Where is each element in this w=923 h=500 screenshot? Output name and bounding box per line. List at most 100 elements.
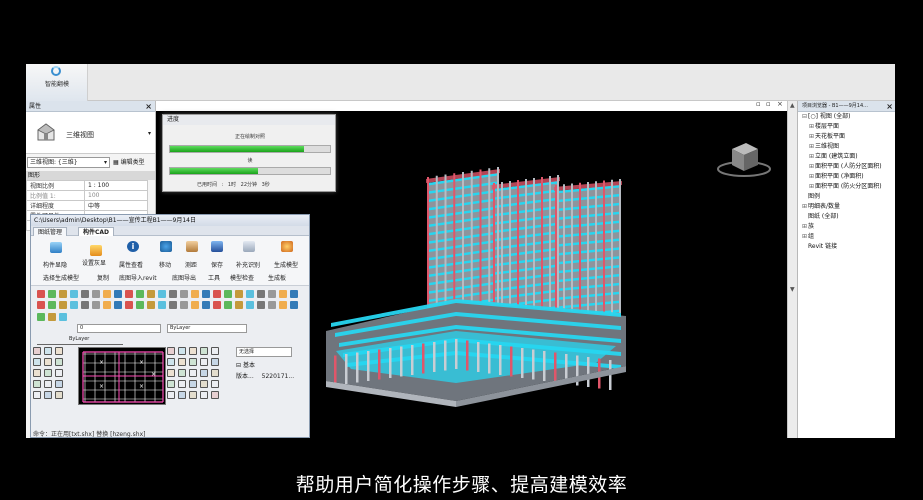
measure-icon[interactable] <box>186 241 198 252</box>
property-value[interactable]: 100 <box>84 190 148 201</box>
cad-tool-icon[interactable] <box>167 358 175 366</box>
table-row[interactable]: 视图比例 1 : 100 <box>26 180 148 191</box>
move-button[interactable]: 移动 <box>159 260 171 269</box>
layer-select[interactable]: 0 <box>77 324 161 333</box>
cad-tool-icon[interactable] <box>224 290 232 298</box>
cad-tool-icon[interactable] <box>70 301 78 309</box>
cad-tool-icon[interactable] <box>33 358 41 366</box>
cad-tool-icon[interactable] <box>189 358 197 366</box>
cad-tool-icon[interactable] <box>55 358 63 366</box>
cad-tool-icon[interactable] <box>70 290 78 298</box>
measure-button[interactable]: 测距 <box>185 260 197 269</box>
edit-type-button[interactable]: ▦ 编辑类型 <box>113 157 145 168</box>
tree-node[interactable]: 图纸 (全部) <box>798 212 895 222</box>
cad-tool-icon[interactable] <box>169 301 177 309</box>
select-generate-model-button[interactable]: 选择生成模型 <box>43 273 79 282</box>
cad-tool-icon[interactable] <box>167 369 175 377</box>
cad-tool-icon[interactable] <box>59 313 67 321</box>
cad-tool-icon[interactable] <box>81 290 89 298</box>
table-row[interactable]: 详细程度 中等 <box>26 200 148 211</box>
cad-tool-icon[interactable] <box>55 369 63 377</box>
cad-modify-tools[interactable] <box>167 347 229 405</box>
cad-tool-icon[interactable] <box>213 301 221 309</box>
cad-tool-icon[interactable] <box>211 380 219 388</box>
cad-tool-icon[interactable] <box>158 301 166 309</box>
selection-select[interactable]: 无选择 <box>236 347 292 357</box>
cad-tool-icon[interactable] <box>180 290 188 298</box>
tree-node[interactable]: ⊞面积平面 (防火分区面积) <box>798 182 895 192</box>
cad-tool-icon[interactable] <box>211 391 219 399</box>
tree-node[interactable]: ⊞立面 (建筑立面) <box>798 152 895 162</box>
cad-tool-icon[interactable] <box>178 347 186 355</box>
cad-tool-icon[interactable] <box>147 290 155 298</box>
cad-tool-icon[interactable] <box>44 358 52 366</box>
import-revit-button[interactable]: 底图导入revit <box>119 273 157 282</box>
cad-tool-icon[interactable] <box>189 347 197 355</box>
cad-tool-icon[interactable] <box>55 380 63 388</box>
cad-tool-icon[interactable] <box>44 380 52 388</box>
chevron-down-icon[interactable]: ▾ <box>148 130 151 137</box>
tab-component-cad[interactable]: 构件CAD <box>78 227 115 236</box>
cad-tool-icon[interactable] <box>191 290 199 298</box>
cad-tool-icon[interactable] <box>189 391 197 399</box>
cad-tool-icon[interactable] <box>180 301 188 309</box>
save-icon[interactable] <box>211 241 223 252</box>
tree-node[interactable]: ⊞天花板平面 <box>798 132 895 142</box>
cad-tool-icon[interactable] <box>37 313 45 321</box>
cad-tool-icon[interactable] <box>268 301 276 309</box>
restore-icon[interactable]: ▫ <box>766 101 771 108</box>
generate-model-icon[interactable] <box>281 241 293 252</box>
tree-node[interactable]: ⊞楼层平面 <box>798 122 895 132</box>
cad-tool-icon[interactable] <box>200 358 208 366</box>
cad-tool-icon[interactable] <box>167 391 175 399</box>
cad-tool-icon[interactable] <box>103 290 111 298</box>
cad-tool-icon[interactable] <box>167 347 175 355</box>
scroll-up-icon[interactable]: ▲ <box>790 102 795 109</box>
component-visibility-icon[interactable] <box>50 242 62 253</box>
cad-tool-icon[interactable] <box>189 380 197 388</box>
cad-icon-toolbar-1[interactable] <box>37 290 302 301</box>
cad-tool-icon[interactable] <box>200 391 208 399</box>
cad-tool-icon[interactable] <box>178 380 186 388</box>
tools-button[interactable]: 工具 <box>208 273 220 282</box>
table-row[interactable]: 比例值 1: 100 <box>26 190 148 201</box>
cad-tool-icon[interactable] <box>178 391 186 399</box>
cad-tool-icon[interactable] <box>125 301 133 309</box>
cad-tool-icon[interactable] <box>147 301 155 309</box>
cad-icon-toolbar-2[interactable] <box>37 301 302 312</box>
cad-tool-icon[interactable] <box>200 347 208 355</box>
graphics-section-header[interactable]: 图形 <box>26 171 155 180</box>
view-cube-icon[interactable] <box>716 137 776 181</box>
cad-tool-icon[interactable] <box>114 290 122 298</box>
generate-model-button[interactable]: 生成模型 <box>274 260 298 269</box>
linetype-select[interactable]: ByLayer <box>37 336 123 345</box>
cad-tool-icon[interactable] <box>167 380 175 388</box>
cad-tool-icon[interactable] <box>213 290 221 298</box>
cad-tool-icon[interactable] <box>200 380 208 388</box>
cad-drawing-canvas[interactable]: × × × × × <box>78 347 166 405</box>
cad-tool-icon[interactable] <box>136 290 144 298</box>
cad-tool-icon[interactable] <box>48 313 56 321</box>
cad-icon-toolbar-3[interactable] <box>37 313 77 324</box>
cad-tool-icon[interactable] <box>103 301 111 309</box>
smart-model-button[interactable]: 智能翻模 <box>26 64 88 101</box>
property-value[interactable]: 中等 <box>84 200 148 211</box>
info-icon[interactable]: i <box>127 241 139 252</box>
cad-tool-icon[interactable] <box>279 301 287 309</box>
cad-tool-icon[interactable] <box>235 301 243 309</box>
type-selector[interactable]: 三维视图 ▾ <box>26 112 155 154</box>
tree-node[interactable]: ⊞面积平面 (净面积) <box>798 172 895 182</box>
cad-tool-icon[interactable] <box>202 290 210 298</box>
cad-tool-icon[interactable] <box>200 369 208 377</box>
cad-tool-icon[interactable] <box>55 391 63 399</box>
cad-tool-icon[interactable] <box>44 391 52 399</box>
cad-tool-icon[interactable] <box>48 301 56 309</box>
cad-tool-icon[interactable] <box>81 301 89 309</box>
property-view-button[interactable]: 属性查看 <box>119 260 143 269</box>
tree-node[interactable]: ⊞族 <box>798 222 895 232</box>
close-icon[interactable]: × <box>145 101 152 112</box>
cad-tool-icon[interactable] <box>257 290 265 298</box>
cad-tool-icon[interactable] <box>125 290 133 298</box>
cad-tool-icon[interactable] <box>55 347 63 355</box>
cad-tool-icon[interactable] <box>178 358 186 366</box>
